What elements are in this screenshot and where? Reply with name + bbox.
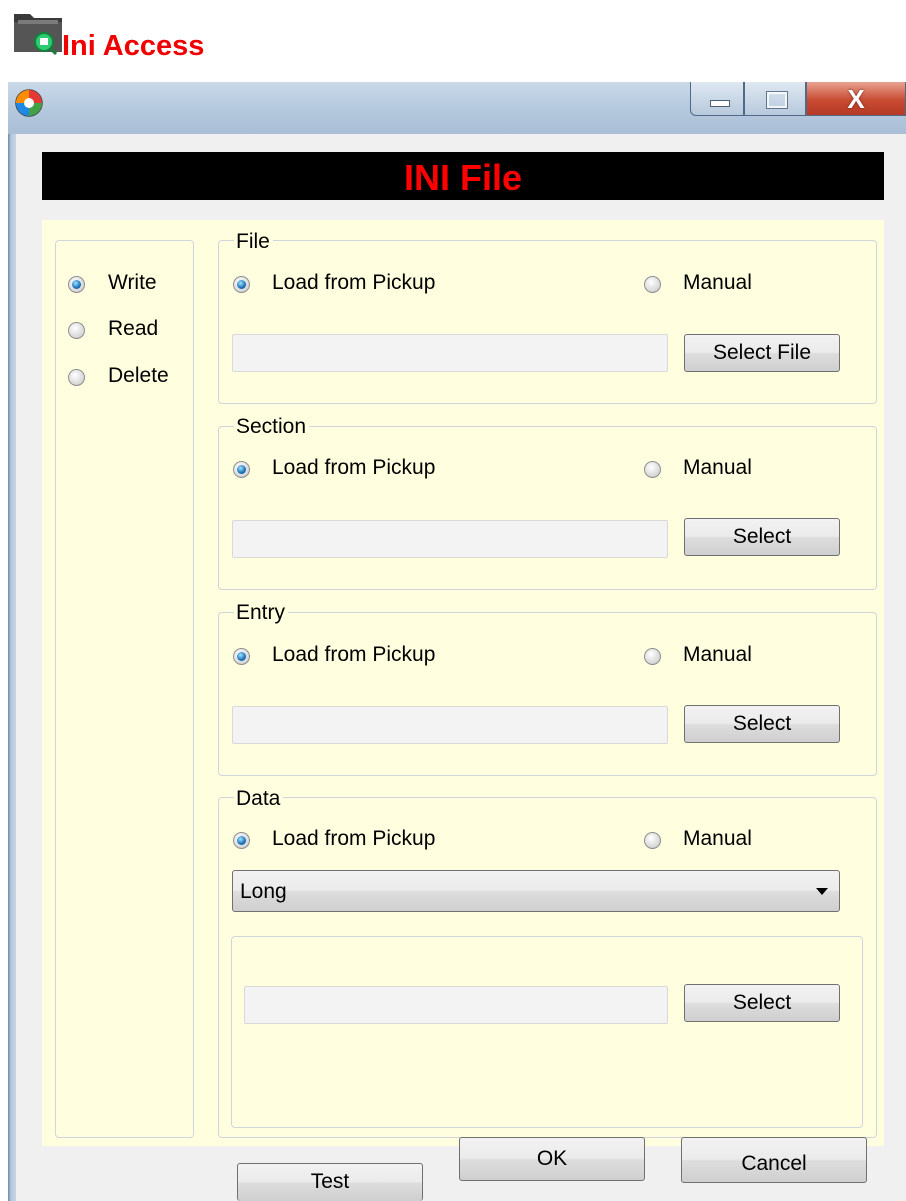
entry-group-legend: Entry xyxy=(234,601,289,625)
page-title: Ini Access xyxy=(62,30,205,62)
data-value-group xyxy=(231,936,863,1128)
entry-pickup-radio[interactable] xyxy=(233,648,250,665)
section-select-button[interactable]: Select xyxy=(684,518,840,556)
section-input[interactable] xyxy=(232,520,668,558)
entry-group xyxy=(218,612,877,776)
entry-select-button[interactable]: Select xyxy=(684,705,840,743)
mode-delete-radio[interactable] xyxy=(68,369,85,386)
minimize-button[interactable] xyxy=(690,82,744,116)
entry-manual-radio[interactable] xyxy=(644,648,661,665)
section-group-legend: Section xyxy=(234,415,310,439)
mode-delete-label[interactable]: Delete xyxy=(108,364,169,388)
data-type-select[interactable] xyxy=(232,870,840,912)
file-group xyxy=(218,240,877,404)
data-manual-label[interactable]: Manual xyxy=(683,827,752,851)
file-pickup-label[interactable]: Load from Pickup xyxy=(272,271,435,295)
data-select-button[interactable]: Select xyxy=(684,984,840,1022)
data-pickup-radio[interactable] xyxy=(233,832,250,849)
banner-title: INI File xyxy=(42,152,884,200)
app-logo-icon[interactable] xyxy=(14,88,44,118)
entry-manual-label[interactable]: Manual xyxy=(683,643,752,667)
maximize-icon xyxy=(767,92,787,108)
minimize-icon xyxy=(710,100,730,107)
section-pickup-radio[interactable] xyxy=(233,461,250,478)
file-manual-radio[interactable] xyxy=(644,276,661,293)
file-path-input[interactable] xyxy=(232,334,668,372)
data-manual-radio[interactable] xyxy=(644,832,661,849)
mode-write-radio[interactable] xyxy=(68,276,85,293)
section-manual-radio[interactable] xyxy=(644,461,661,478)
mode-write-label[interactable]: Write xyxy=(108,271,157,295)
section-manual-label[interactable]: Manual xyxy=(683,456,752,480)
data-group-legend: Data xyxy=(234,787,284,811)
close-button[interactable]: X xyxy=(806,82,906,116)
folder-search-icon xyxy=(10,8,66,56)
test-button[interactable]: Test xyxy=(237,1163,423,1201)
chevron-down-icon[interactable] xyxy=(816,888,828,895)
window-border xyxy=(8,134,16,1201)
section-group xyxy=(218,426,877,590)
close-icon: X xyxy=(847,84,865,114)
maximize-button[interactable] xyxy=(744,82,806,116)
section-pickup-label[interactable]: Load from Pickup xyxy=(272,456,435,480)
select-file-button[interactable]: Select File xyxy=(684,334,840,372)
data-value-input[interactable] xyxy=(244,986,668,1024)
cancel-button[interactable]: Cancel xyxy=(681,1137,867,1183)
data-type-selected[interactable]: Long xyxy=(240,880,287,904)
data-pickup-label[interactable]: Load from Pickup xyxy=(272,827,435,851)
file-pickup-radio[interactable] xyxy=(233,276,250,293)
file-group-legend: File xyxy=(234,230,273,254)
entry-pickup-label[interactable]: Load from Pickup xyxy=(272,643,435,667)
mode-read-radio[interactable] xyxy=(68,322,85,339)
banner-title-text: INI File xyxy=(403,157,523,198)
file-manual-label[interactable]: Manual xyxy=(683,271,752,295)
entry-input[interactable] xyxy=(232,706,668,744)
ok-button[interactable]: OK xyxy=(459,1137,645,1181)
mode-read-label[interactable]: Read xyxy=(108,317,158,341)
